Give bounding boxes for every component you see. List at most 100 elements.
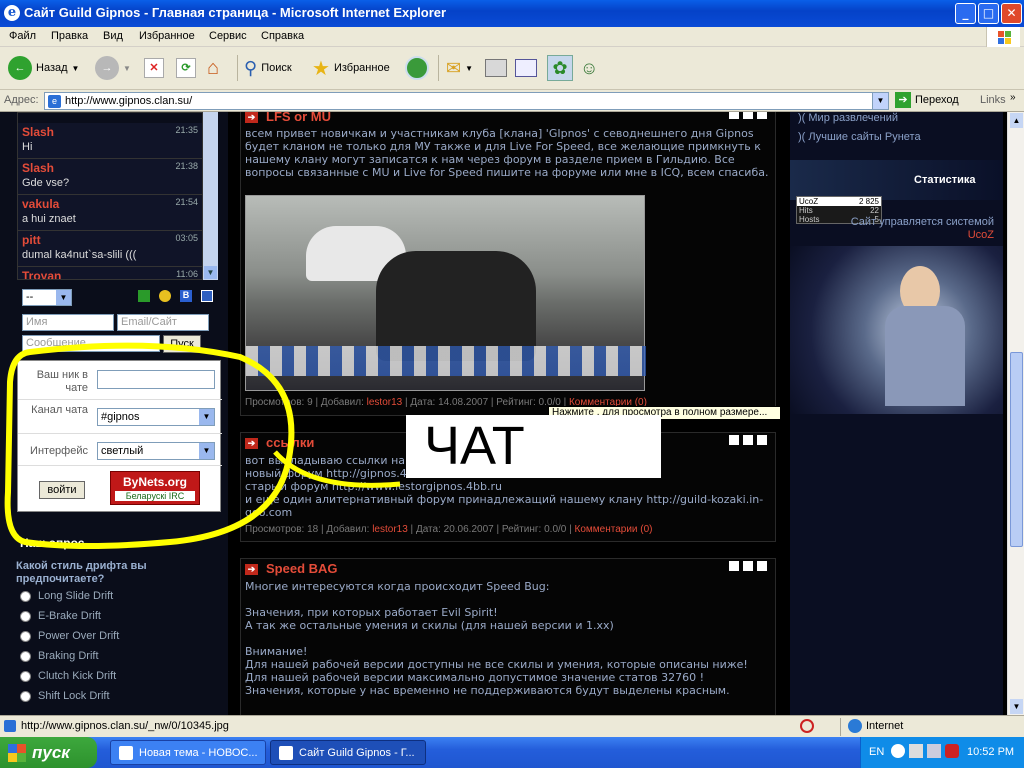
- task-new-topic[interactable]: Новая тема - НОВОС...: [110, 740, 266, 765]
- history-icon: [405, 56, 429, 80]
- messenger-button[interactable]: ☺: [580, 54, 598, 82]
- chevron-icon[interactable]: »: [1010, 92, 1016, 103]
- ie-logo-icon: e: [4, 5, 20, 21]
- chat-text: dumal ka4nut`sa-slili (((: [22, 249, 137, 261]
- task-label: Новая тема - НОВОС...: [139, 746, 258, 759]
- network-icon[interactable]: [909, 744, 923, 758]
- go-button[interactable]: ➔ Переход: [895, 92, 959, 108]
- radio-icon[interactable]: [20, 670, 31, 682]
- link-best-sites[interactable]: )( Лучшие сайты Рунета: [798, 131, 921, 143]
- chat-email-input[interactable]: Email/Сайт: [117, 314, 209, 331]
- comments-link[interactable]: Комментарии (0): [575, 524, 653, 535]
- stats-icon[interactable]: [729, 435, 739, 445]
- mail-button[interactable]: ✉ ▼: [446, 54, 473, 82]
- menu-help[interactable]: Справка: [261, 30, 304, 42]
- history-button[interactable]: [405, 54, 429, 82]
- menu-favorites[interactable]: Избранное: [139, 30, 195, 42]
- stats-icon[interactable]: [729, 561, 739, 571]
- poll-option[interactable]: Braking Drift: [20, 650, 99, 662]
- tray-icon[interactable]: [891, 744, 905, 758]
- check-icon[interactable]: [743, 561, 753, 571]
- stop-button[interactable]: ✕: [144, 54, 164, 82]
- scroll-up-icon[interactable]: ▲: [1010, 113, 1023, 128]
- post-title[interactable]: ➔ Speed BAG: [245, 561, 338, 576]
- close-button[interactable]: ✕: [1001, 3, 1022, 24]
- chat-message: pitt 03:05 dumal ka4nut`sa-slili (((: [18, 231, 202, 267]
- author-link[interactable]: lestor13: [372, 524, 408, 535]
- start-button[interactable]: пуск: [0, 737, 97, 768]
- bold-icon[interactable]: B: [180, 290, 192, 302]
- bullet-icon: )(: [798, 112, 806, 124]
- race-screenshot-image[interactable]: [245, 195, 646, 391]
- author-link[interactable]: lestor13: [367, 397, 403, 408]
- task-gipnos-site[interactable]: Сайт Guild Gipnos - Г...: [270, 740, 426, 765]
- poll-option[interactable]: Power Over Drift: [20, 630, 119, 642]
- smile-icon[interactable]: [159, 290, 171, 302]
- menu-edit[interactable]: Правка: [51, 30, 88, 42]
- chat-time: 21:54: [175, 197, 198, 207]
- favorites-label: Избранное: [333, 62, 390, 74]
- status-bar: http://www.gipnos.clan.su/_nw/0/10345.jp…: [0, 715, 1024, 737]
- post-controls: [729, 112, 767, 119]
- language-indicator[interactable]: EN: [869, 746, 884, 758]
- yellow-arrow-stroke: [273, 450, 401, 488]
- links-button[interactable]: Links: [980, 94, 1006, 106]
- delete-icon[interactable]: [757, 435, 767, 445]
- chat-scrollbar[interactable]: ▼: [203, 112, 218, 280]
- maximize-button[interactable]: □: [978, 3, 999, 24]
- chat-room-select[interactable]: -- ▼: [22, 289, 72, 306]
- check-icon[interactable]: [743, 112, 753, 119]
- refresh-chat-icon[interactable]: [138, 290, 150, 302]
- radio-icon[interactable]: [20, 590, 31, 602]
- refresh-button[interactable]: ⟳: [176, 54, 196, 82]
- hits-label: Hits: [799, 206, 813, 215]
- check-icon[interactable]: [743, 435, 753, 445]
- back-button[interactable]: ← Назад ▼: [8, 54, 79, 82]
- minimize-button[interactable]: _: [955, 3, 976, 24]
- radio-icon[interactable]: [20, 610, 31, 622]
- forward-arrow-icon: →: [95, 56, 119, 80]
- poll-option[interactable]: Clutch Kick Drift: [20, 670, 116, 682]
- menu-view[interactable]: Вид: [103, 30, 123, 42]
- poll-option[interactable]: Shift Lock Drift: [20, 690, 110, 702]
- shield-icon[interactable]: [945, 744, 959, 758]
- title-bar: e Сайт Guild Gipnos - Главная страница -…: [0, 0, 1024, 27]
- search-button[interactable]: ⚲ Поиск: [244, 54, 292, 82]
- radio-icon[interactable]: [20, 650, 31, 662]
- page-icon: [4, 720, 16, 732]
- book-icon[interactable]: [201, 290, 213, 302]
- edit-button[interactable]: [515, 54, 537, 82]
- chat-name-input[interactable]: Имя: [22, 314, 114, 331]
- radio-icon[interactable]: [20, 630, 31, 642]
- scroll-down-icon[interactable]: ▼: [204, 266, 217, 279]
- menu-tools[interactable]: Сервис: [209, 30, 247, 42]
- link-entertainment[interactable]: )( Мир развлечений: [798, 112, 898, 124]
- delete-icon[interactable]: [757, 561, 767, 571]
- link-label: Мир развлечений: [808, 112, 899, 124]
- menu-file[interactable]: Файл: [9, 30, 36, 42]
- favorites-button[interactable]: ★ Избранное: [312, 54, 390, 82]
- ucoz-link[interactable]: UcoZ: [968, 229, 994, 241]
- go-arrow-icon: ➔: [895, 92, 911, 108]
- page-icon: e: [48, 95, 61, 108]
- icq-button[interactable]: ✿: [547, 54, 573, 82]
- scroll-thumb[interactable]: [1010, 352, 1023, 547]
- forward-button[interactable]: → ▼: [95, 54, 131, 82]
- delete-icon[interactable]: [757, 112, 767, 119]
- post-title[interactable]: ➔ LFS or MU: [245, 112, 331, 124]
- poll-option[interactable]: E-Brake Drift: [20, 610, 101, 622]
- chat-time: 03:05: [175, 233, 198, 243]
- address-input[interactable]: e http://www.gipnos.clan.su/ ▼: [44, 92, 889, 110]
- poll-option[interactable]: Long Slide Drift: [20, 590, 113, 602]
- address-dropdown-icon[interactable]: ▼: [872, 93, 888, 109]
- volume-icon[interactable]: [927, 744, 941, 758]
- date: Дата: 20.06.2007: [415, 524, 494, 535]
- home-button[interactable]: ⌂: [207, 54, 219, 82]
- menu-bar: Файл Правка Вид Избранное Сервис Справка: [0, 27, 1024, 47]
- radio-icon[interactable]: [20, 690, 31, 702]
- arrow-icon: ➔: [245, 564, 258, 576]
- stats-icon[interactable]: [729, 112, 739, 119]
- print-button[interactable]: [485, 54, 507, 82]
- page-scrollbar[interactable]: ▲ ▼: [1007, 112, 1024, 715]
- scroll-down-icon[interactable]: ▼: [1010, 699, 1023, 714]
